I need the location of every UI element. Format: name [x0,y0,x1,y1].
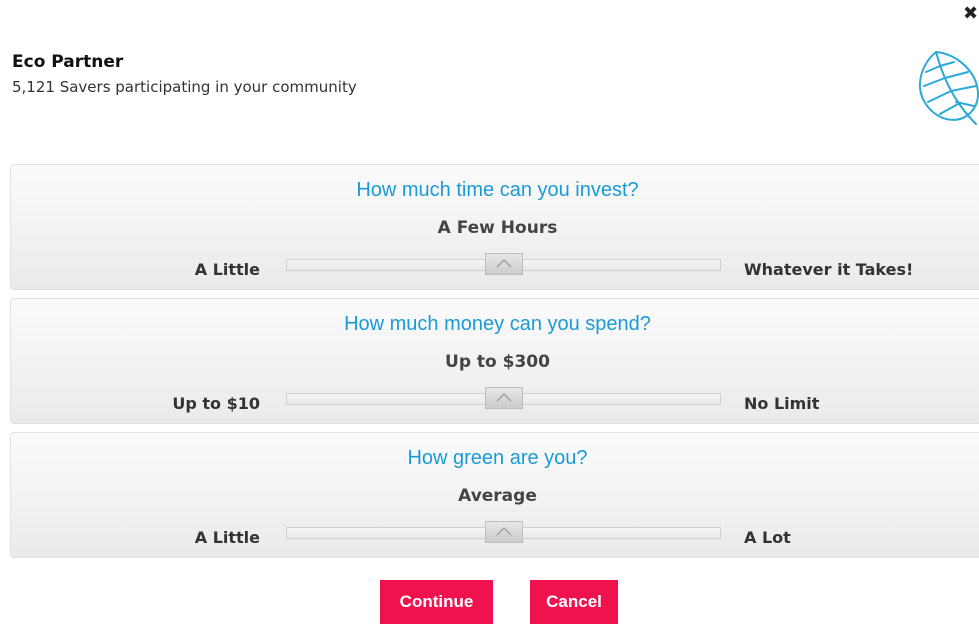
time-max-label: Whatever it Takes! [744,260,914,279]
money-slider[interactable] [286,387,721,409]
money-min-label: Up to $10 [172,394,260,413]
chevron-up-icon [496,393,511,402]
continue-button[interactable]: Continue [380,580,493,624]
money-question: How much money can you spend? [344,313,651,335]
participants-count: 5,121 Savers participating in your commu… [12,78,357,96]
slider-thumb[interactable] [484,253,523,275]
slider-thumb[interactable] [484,387,523,409]
time-slider[interactable] [286,253,721,275]
green-min-label: A Little [194,528,260,547]
slider-thumb[interactable] [484,521,523,543]
time-min-label: A Little [194,260,260,279]
chevron-up-icon [496,259,511,268]
money-slider-panel: How much money can you spend? Up to $300… [10,298,979,424]
cancel-button[interactable]: Cancel [530,580,618,624]
time-slider-panel: How much time can you invest? A Few Hour… [10,164,979,290]
green-max-label: A Lot [744,528,791,547]
header: Eco Partner 5,121 Savers participating i… [12,52,357,96]
green-slider-panel: How green are you? Average A Little A Lo… [10,432,979,558]
close-icon[interactable]: ✖ [963,4,978,24]
leaf-icon [918,51,979,125]
chevron-up-icon [496,527,511,536]
money-answer: Up to $300 [445,352,550,372]
page-title: Eco Partner [12,52,124,72]
time-answer: A Few Hours [437,218,558,238]
green-question: How green are you? [407,447,588,469]
time-question: How much time can you invest? [356,179,639,201]
money-max-label: No Limit [744,394,820,413]
green-answer: Average [458,486,537,506]
green-slider[interactable] [286,521,721,543]
